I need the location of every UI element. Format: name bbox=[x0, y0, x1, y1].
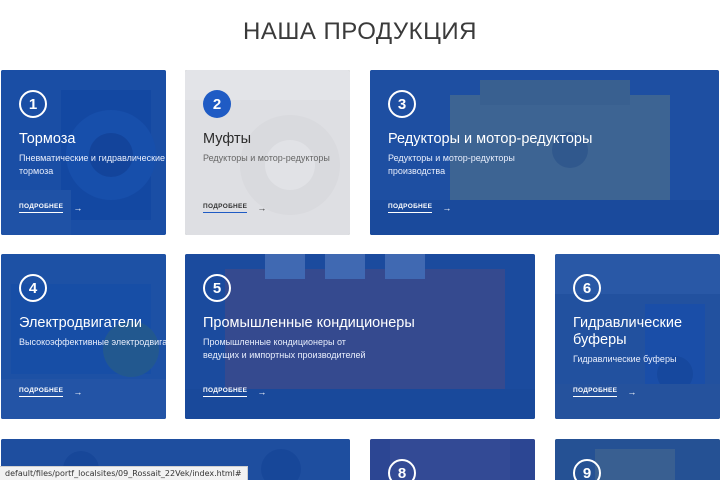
card-title: Муфты bbox=[203, 131, 252, 147]
more-label: ПОДРОБНЕЕ bbox=[19, 387, 64, 397]
page-title: НАША ПРОДУКЦИЯ bbox=[243, 18, 477, 45]
card-title: Электродвигатели bbox=[19, 315, 143, 331]
more-link[interactable]: ПОДРОБНЕЕ → bbox=[203, 387, 267, 397]
more-label: ПОДРОБНЕЕ bbox=[388, 203, 433, 213]
more-label: ПОДРОБНЕЕ bbox=[19, 203, 64, 213]
arrow-right-icon: → bbox=[73, 203, 83, 213]
arrow-right-icon: → bbox=[257, 387, 267, 397]
more-label: ПОДРОБНЕЕ bbox=[203, 203, 248, 213]
card-number: 4 bbox=[19, 274, 47, 302]
product-card-brakes[interactable]: 1 Тормоза Пневматические и гидравлически… bbox=[1, 70, 166, 235]
product-card-air-conditioners[interactable]: 5 Промышленные кондиционеры Промышленные… bbox=[185, 254, 535, 419]
card-number: 5 bbox=[203, 274, 231, 302]
product-card-gearboxes[interactable]: 3 Редукторы и мотор-редукторы Редукторы … bbox=[370, 70, 719, 235]
card-number: 3 bbox=[388, 90, 416, 118]
more-link[interactable]: ПОДРОБНЕЕ → bbox=[388, 203, 452, 213]
card-number: 9 bbox=[573, 459, 601, 480]
arrow-right-icon: → bbox=[627, 387, 637, 397]
card-title: Тормоза bbox=[19, 131, 76, 147]
browser-status-bar: default/files/portf_localsites/09_Rossai… bbox=[0, 466, 248, 480]
card-number: 6 bbox=[573, 274, 601, 302]
arrow-right-icon: → bbox=[442, 203, 452, 213]
product-card-8[interactable]: 8 bbox=[370, 439, 535, 480]
arrow-right-icon: → bbox=[73, 387, 83, 397]
more-link[interactable]: ПОДРОБНЕЕ → bbox=[203, 203, 267, 213]
card-number: 2 bbox=[203, 90, 231, 118]
arrow-right-icon: → bbox=[257, 203, 267, 213]
product-card-couplings[interactable]: 2 Муфты Редукторы и мотор-редукторы ПОДР… bbox=[185, 70, 350, 235]
card-description: Редукторы и мотор-редукторы bbox=[203, 153, 330, 163]
more-link[interactable]: ПОДРОБНЕЕ → bbox=[19, 387, 83, 397]
card-description: Промышленные кондиционеры от ведущих и и… bbox=[203, 337, 366, 360]
card-title: Промышленные кондиционеры bbox=[203, 315, 415, 331]
card-number: 8 bbox=[388, 459, 416, 480]
more-label: ПОДРОБНЕЕ bbox=[573, 387, 618, 397]
product-card-9[interactable]: 9 bbox=[555, 439, 720, 480]
card-description: Редукторы и мотор-редукторы производства bbox=[388, 153, 515, 176]
card-title: Гидравлические буферы bbox=[573, 315, 683, 348]
more-label: ПОДРОБНЕЕ bbox=[203, 387, 248, 397]
more-link[interactable]: ПОДРОБНЕЕ → bbox=[19, 203, 83, 213]
more-link[interactable]: ПОДРОБНЕЕ → bbox=[573, 387, 637, 397]
card-description: Высокоэффективные электродвигатели bbox=[19, 337, 166, 347]
card-description: Гидравлические буферы bbox=[573, 354, 677, 364]
card-description: Пневматические и гидравлические тормоза bbox=[19, 153, 166, 176]
card-number: 1 bbox=[19, 90, 47, 118]
card-title: Редукторы и мотор-редукторы bbox=[388, 131, 593, 147]
product-card-hydraulic-buffers[interactable]: 6 Гидравлические буферы Гидравлические б… bbox=[555, 254, 720, 419]
product-card-motors[interactable]: 4 Электродвигатели Высокоэффективные эле… bbox=[1, 254, 166, 419]
